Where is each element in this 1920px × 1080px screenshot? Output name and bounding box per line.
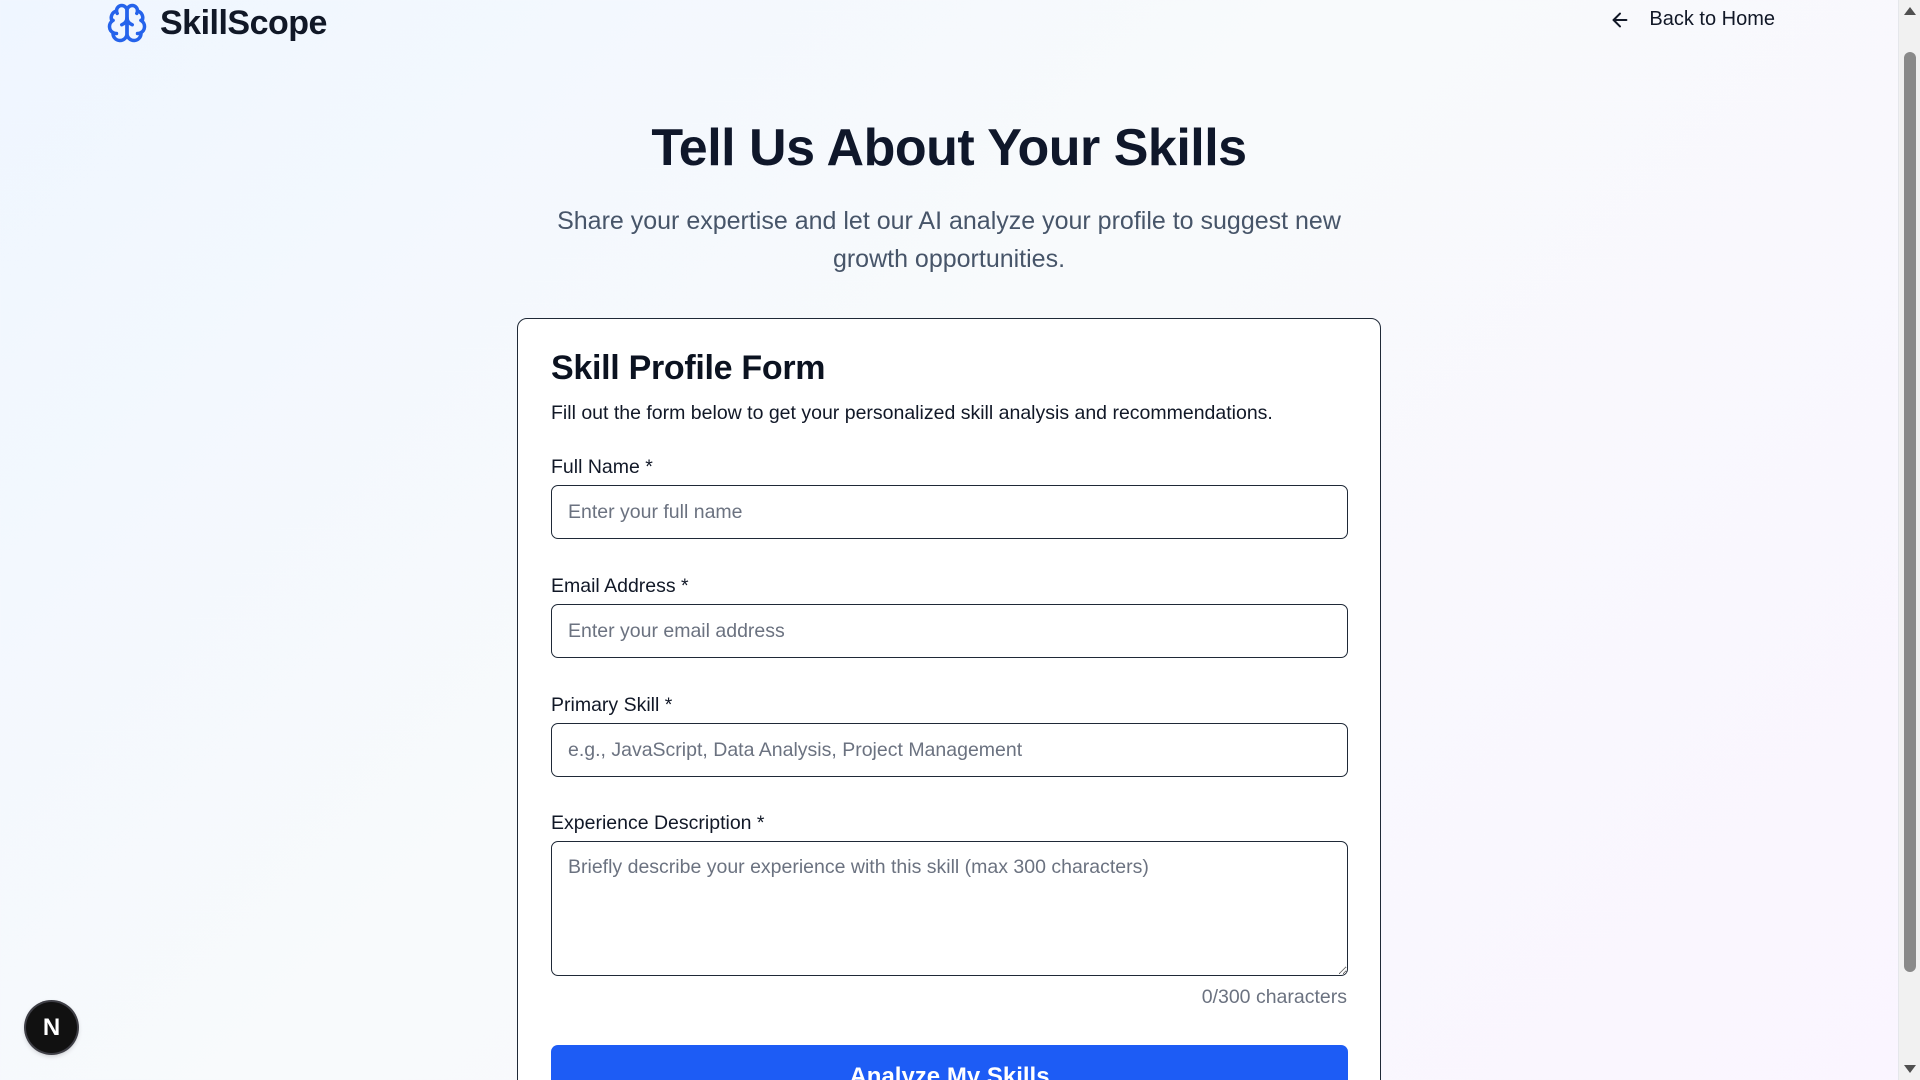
primary-skill-group: Primary Skill * — [551, 694, 1348, 777]
page-title: Tell Us About Your Skills — [651, 119, 1247, 177]
brain-icon — [107, 3, 147, 43]
experience-textarea[interactable] — [551, 841, 1348, 976]
full-name-label: Full Name * — [551, 456, 653, 478]
full-name-group: Full Name * — [551, 456, 1348, 539]
experience-label: Experience Description * — [551, 812, 765, 834]
dev-tools-badge[interactable]: N — [26, 1002, 77, 1053]
form-title: Skill Profile Form — [551, 349, 826, 387]
form-description: Fill out the form below to get your pers… — [551, 402, 1273, 424]
back-to-home-label: Back to Home — [1649, 8, 1775, 30]
top-nav: SkillScope Back to Home — [0, 0, 1898, 50]
email-label: Email Address * — [551, 575, 689, 597]
primary-skill-label: Primary Skill * — [551, 694, 673, 716]
full-name-input[interactable] — [551, 485, 1348, 539]
arrow-left-icon — [1612, 12, 1628, 27]
scroll-thumb[interactable] — [1904, 52, 1916, 972]
page-scrollbar[interactable] — [1898, 0, 1920, 1080]
badge-letter: N — [42, 1013, 61, 1041]
character-counter: 0/300 characters — [1201, 986, 1347, 1008]
email-input[interactable] — [551, 604, 1348, 658]
email-group: Email Address * — [551, 575, 1348, 658]
scroll-up-arrow-icon[interactable] — [1904, 7, 1916, 15]
brand-name: SkillScope — [160, 3, 327, 42]
experience-group: Experience Description * — [551, 812, 1348, 981]
page-subtitle: Share your expertise and let our AI anal… — [557, 207, 1341, 273]
analyze-skills-button[interactable]: Analyze My Skills — [551, 1045, 1348, 1080]
hero-section: Tell Us About Your Skills Share your exp… — [0, 118, 1898, 278]
skill-profile-card: Skill Profile Form Fill out the form bel… — [517, 318, 1381, 1080]
back-to-home-link[interactable]: Back to Home — [1609, 8, 1775, 31]
scroll-down-arrow-icon[interactable] — [1904, 1065, 1916, 1073]
primary-skill-input[interactable] — [551, 723, 1348, 777]
brand-logo[interactable]: SkillScope — [106, 2, 327, 44]
